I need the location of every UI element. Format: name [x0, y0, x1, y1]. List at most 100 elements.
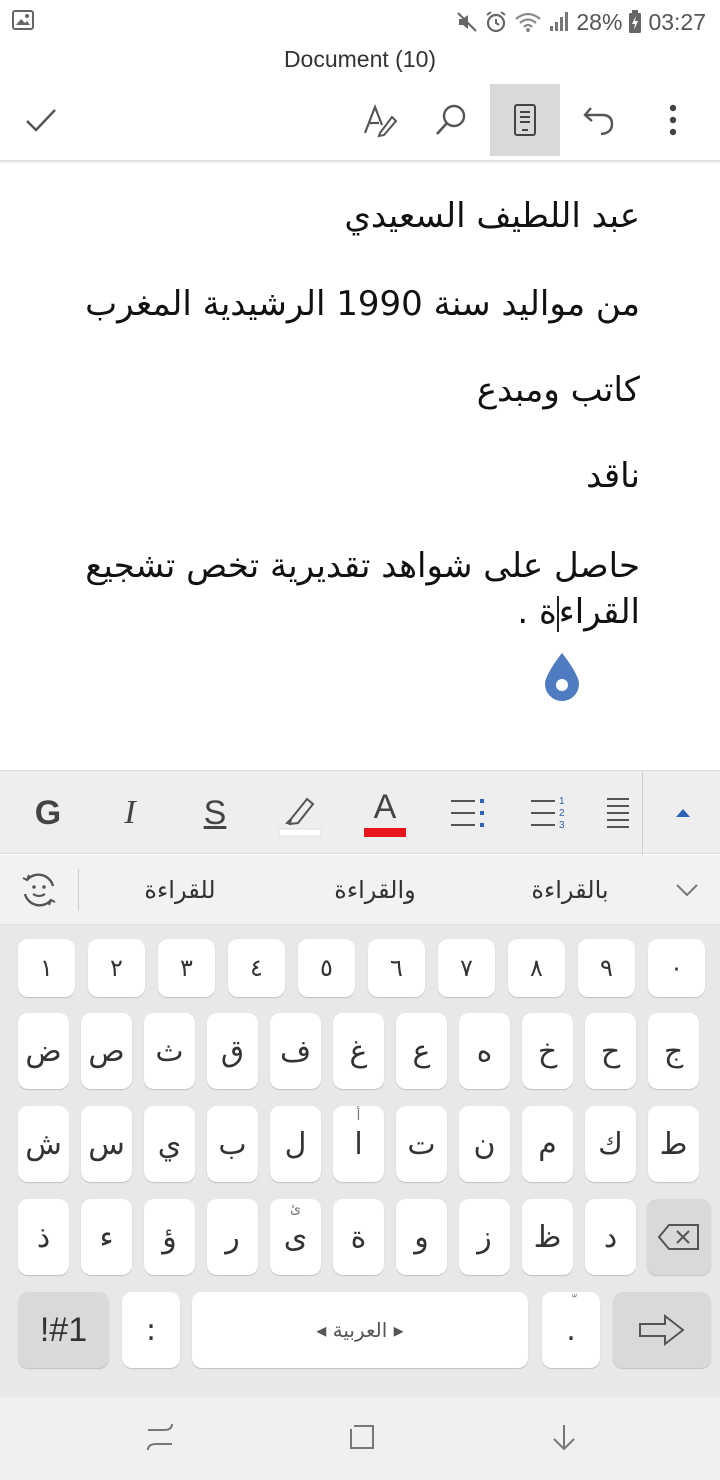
bullet-list-button[interactable] [432, 771, 502, 855]
key-label: ٢ [110, 954, 123, 982]
letter-key[interactable]: د [585, 1199, 636, 1275]
paragraph-line: حاصل على شواهد تقديرية تخص تشجيع [85, 546, 640, 586]
letter-key[interactable]: ف [270, 1013, 321, 1089]
letter-key[interactable]: ة [333, 1199, 384, 1275]
colon-key[interactable]: : [122, 1292, 180, 1368]
font-color-button[interactable]: A [350, 771, 420, 855]
bold-button[interactable]: G [13, 771, 83, 855]
letter-key[interactable]: س [81, 1106, 132, 1182]
letter-key[interactable]: ب [207, 1106, 258, 1182]
chevron-down-icon [676, 884, 698, 897]
letter-key[interactable]: ز [459, 1199, 510, 1275]
letter-key[interactable]: ؤ [144, 1199, 195, 1275]
letter-key[interactable]: غ [333, 1013, 384, 1089]
letter-key[interactable]: ئى [270, 1199, 321, 1275]
numbered-list-icon: 1 2 3 [531, 796, 565, 831]
letter-key[interactable]: ل [270, 1106, 321, 1182]
letter-key[interactable]: ر [207, 1199, 258, 1275]
document-canvas[interactable]: عبد اللطيف السعيدي من مواليد سنة 1990 ال… [0, 165, 720, 770]
search-icon [436, 104, 466, 135]
text-after-caret: ة . [517, 592, 557, 632]
collapse-suggestions-button[interactable] [664, 855, 710, 925]
more-vertical-icon [669, 104, 677, 136]
letter-key[interactable]: م [522, 1106, 573, 1182]
symbols-key[interactable]: !#1 [18, 1292, 109, 1368]
paragraph[interactable]: عبد اللطيف السعيدي [80, 193, 640, 239]
space-label: ◂ العربية ▸ [316, 1318, 404, 1342]
more-options-button[interactable] [638, 84, 708, 156]
format-painter-button[interactable] [346, 84, 416, 156]
suggestion-item[interactable]: والقراءة [280, 855, 470, 925]
letter-key[interactable]: ط [648, 1106, 699, 1182]
letter-key[interactable]: ي [144, 1106, 195, 1182]
letter-key[interactable]: ع [396, 1013, 447, 1089]
navigation-bar [0, 1397, 720, 1480]
suggestion-item[interactable]: بالقراءة [480, 855, 660, 925]
key-label: ذ [36, 1219, 51, 1255]
letter-key[interactable]: ض [18, 1013, 69, 1089]
digit-key[interactable]: ٨ [508, 939, 565, 997]
letter-key[interactable]: ك [585, 1106, 636, 1182]
paragraph[interactable]: حاصل على شواهد تقديرية تخص تشجيع القراءة… [80, 543, 640, 635]
expand-ribbon-button[interactable] [646, 771, 720, 855]
enter-key[interactable] [613, 1292, 711, 1368]
key-label: م [538, 1126, 557, 1162]
suggestion-item[interactable]: للقراءة [90, 855, 270, 925]
letter-key[interactable]: ن [459, 1106, 510, 1182]
digit-key[interactable]: ٦ [368, 939, 425, 997]
home-button[interactable] [342, 1417, 382, 1457]
paragraph[interactable]: من مواليد سنة 1990 الرشيدية المغرب [80, 281, 640, 327]
key-label: ف [279, 1033, 312, 1069]
letter-key[interactable]: ث [144, 1013, 195, 1089]
letter-key[interactable]: ص [81, 1013, 132, 1089]
key-label: ١ [40, 954, 53, 982]
undo-button[interactable] [564, 84, 634, 156]
letter-key[interactable]: ت [396, 1106, 447, 1182]
digit-key[interactable]: ٢ [88, 939, 145, 997]
digit-key[interactable]: ٣ [158, 939, 215, 997]
done-button[interactable] [6, 84, 76, 156]
highlight-button[interactable] [266, 771, 336, 855]
digit-key[interactable]: ٠ [648, 939, 705, 997]
key-label: ه [476, 1033, 493, 1069]
backspace-key[interactable] [647, 1199, 711, 1275]
wifi-icon [515, 12, 542, 32]
key-label: س [88, 1126, 125, 1162]
checkmark-icon [26, 109, 56, 132]
letter-key[interactable]: ش [18, 1106, 69, 1182]
numbered-list-button[interactable]: 1 2 3 [514, 771, 584, 855]
italic-button[interactable]: I [95, 771, 165, 855]
back-button[interactable] [544, 1417, 584, 1457]
letter-key[interactable]: ج [648, 1013, 699, 1089]
digit-key[interactable]: ٩ [578, 939, 635, 997]
digit-key[interactable]: ٤ [228, 939, 285, 997]
space-key[interactable]: ◂ العربية ▸ [192, 1292, 528, 1368]
paragraph[interactable]: ناقد [80, 453, 640, 499]
mobile-view-button[interactable] [490, 84, 560, 156]
letter-key[interactable]: خ [522, 1013, 573, 1089]
status-bar: 28% 03:27 [0, 0, 720, 44]
letter-key[interactable]: أا [333, 1106, 384, 1182]
bullet-list-icon [451, 799, 484, 827]
letter-key[interactable]: ح [585, 1013, 636, 1089]
letter-key[interactable]: ق [207, 1013, 258, 1089]
letter-key[interactable]: ء [81, 1199, 132, 1275]
formatting-divider [642, 771, 643, 855]
paragraph[interactable]: كاتب ومبدع [80, 367, 640, 413]
key-label: ٥ [320, 954, 333, 982]
digit-key[interactable]: ٥ [298, 939, 355, 997]
cursor-handle-icon[interactable] [543, 652, 581, 702]
font-color-swatch [364, 827, 406, 837]
letter-key[interactable]: ه [459, 1013, 510, 1089]
emoji-converter-button[interactable] [14, 855, 64, 925]
letter-key[interactable]: ظ [522, 1199, 573, 1275]
period-key[interactable]: ّ . [542, 1292, 600, 1368]
align-button[interactable] [594, 771, 642, 855]
digit-key[interactable]: ٧ [438, 939, 495, 997]
strikethrough-button[interactable]: S [180, 771, 250, 855]
find-button[interactable] [416, 84, 486, 156]
letter-key[interactable]: ذ [18, 1199, 69, 1275]
letter-key[interactable]: و [396, 1199, 447, 1275]
recents-button[interactable] [140, 1417, 180, 1457]
digit-key[interactable]: ١ [18, 939, 75, 997]
